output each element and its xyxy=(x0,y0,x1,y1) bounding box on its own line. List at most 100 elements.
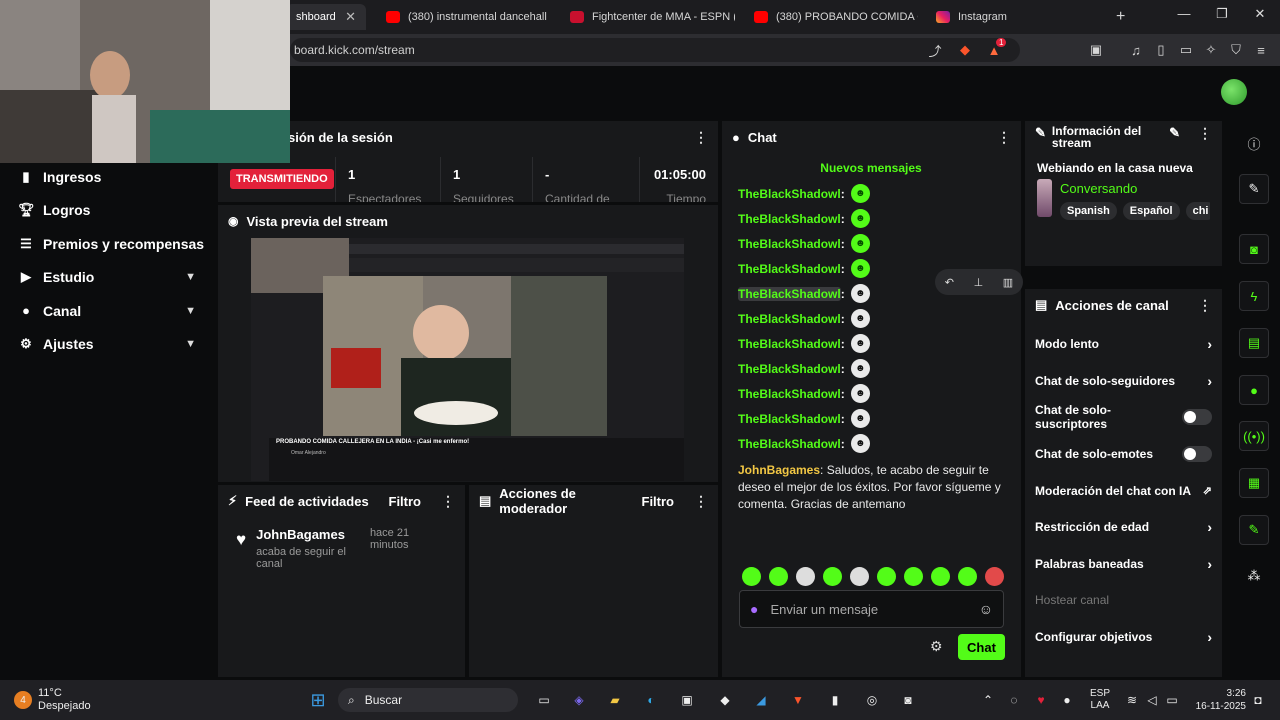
chat-username[interactable]: TheBlackShadowl xyxy=(738,312,841,326)
tab-youtube-comida[interactable]: (380) PROBANDO COMIDA CALL xyxy=(744,4,918,30)
action-palabras-baneadas[interactable]: Palabras baneadas › xyxy=(1025,546,1222,583)
stream-category[interactable]: Conversando xyxy=(1060,181,1210,196)
wallet-icon[interactable]: ▭ xyxy=(1176,40,1196,60)
tray-icon[interactable]: ◌ xyxy=(1006,688,1022,712)
microphone-icon[interactable]: ● xyxy=(750,601,758,617)
info-icon[interactable]: ⓘ xyxy=(1239,128,1269,158)
more-options-icon[interactable]: ⋮ xyxy=(1198,297,1212,314)
editor-icon[interactable]: ◢ xyxy=(750,688,772,712)
sidebar-item-estudio[interactable]: ▶ Estudio ▼ xyxy=(0,261,214,295)
more-options-icon[interactable]: ⋮ xyxy=(1198,125,1212,142)
share-icon[interactable]: ⤴ xyxy=(925,40,945,60)
file-explorer-icon[interactable]: ▰ xyxy=(604,688,626,712)
chat-username[interactable]: TheBlackShadowl xyxy=(738,262,841,276)
emoji-icon[interactable]: ☺ xyxy=(979,601,993,617)
document-icon[interactable]: ▤ xyxy=(1239,328,1269,358)
more-options-icon[interactable]: ⋮ xyxy=(694,129,708,146)
chat-username[interactable]: TheBlackShadowl xyxy=(738,412,841,426)
brave-shield-icon[interactable]: ◆ xyxy=(955,40,975,60)
user-avatar[interactable] xyxy=(1221,79,1247,105)
action-restriccion-edad[interactable]: Restricción de edad › xyxy=(1025,509,1222,546)
chat-settings-icon[interactable]: ⚙ xyxy=(930,638,943,655)
chat-username[interactable]: TheBlackShadowl xyxy=(738,337,841,351)
chat-input[interactable]: ● Enviar un mensaje ☺ xyxy=(739,590,1004,628)
bolt-icon[interactable]: ϟ xyxy=(1239,281,1269,311)
store-icon[interactable]: ▣ xyxy=(676,688,698,712)
chat-username[interactable]: JohnBagames xyxy=(738,463,820,477)
tab-espn[interactable]: Fightcenter de MMA - ESPN (CL xyxy=(560,4,735,30)
edit-icon[interactable]: ✎ xyxy=(1169,125,1180,141)
feed-filter-button[interactable]: Filtro xyxy=(389,494,422,509)
chat-username[interactable]: TheBlackShadowl xyxy=(738,187,841,201)
copilot-icon[interactable]: ◈ xyxy=(568,688,590,712)
nox-icon[interactable]: ◙ xyxy=(897,688,919,712)
more-options-icon[interactable]: ⋮ xyxy=(694,493,708,510)
close-tab-icon[interactable]: ✕ xyxy=(345,9,356,25)
microphone-icon[interactable]: ● xyxy=(1060,688,1074,712)
emote-icon[interactable] xyxy=(985,567,1004,586)
emote-icon[interactable] xyxy=(931,567,950,586)
chat-username[interactable]: TheBlackShadowl xyxy=(738,387,841,401)
edit-icon[interactable]: ✎ xyxy=(1239,174,1269,204)
chat-username[interactable]: TheBlackShadowl xyxy=(738,362,841,376)
chat-username[interactable]: TheBlackShadowl xyxy=(738,286,841,301)
tab-instagram[interactable]: Instagram xyxy=(926,4,1076,30)
pin-icon[interactable]: ⊥ xyxy=(974,276,984,289)
sidebar-item-ingresos[interactable]: ▮ Ingresos xyxy=(0,160,214,194)
action-solo-seguidores[interactable]: Chat de solo-seguidores › xyxy=(1025,363,1222,400)
new-tab-button[interactable]: + xyxy=(1106,4,1134,30)
subscribers-only-toggle[interactable] xyxy=(1182,409,1212,426)
feed-user[interactable]: JohnBagames xyxy=(256,527,370,542)
audio-app-icon[interactable]: ▮ xyxy=(824,688,846,712)
wrench-icon[interactable]: ✎ xyxy=(1239,515,1269,545)
notifications-icon[interactable]: ◘ xyxy=(1250,688,1266,712)
language-indicator[interactable]: ESP LAA xyxy=(1085,688,1115,712)
new-messages-divider[interactable]: Nuevos mensajes xyxy=(732,161,1010,175)
vpn-icon[interactable]: ⛉ xyxy=(1226,40,1246,60)
emote-icon[interactable] xyxy=(958,567,977,586)
more-options-icon[interactable]: ⋮ xyxy=(441,493,455,510)
tray-icon[interactable]: ♥ xyxy=(1032,688,1050,712)
emote-icon[interactable] xyxy=(823,567,842,586)
minimize-icon[interactable]: — xyxy=(1172,6,1196,26)
delete-icon[interactable]: ▥ xyxy=(1003,276,1013,289)
chevron-up-icon[interactable]: ⌃ xyxy=(980,688,996,712)
sidebar-item-premios[interactable]: ☰ Premios y recompensas xyxy=(0,227,214,261)
camera-icon[interactable]: ◙ xyxy=(1239,234,1269,264)
tab-youtube-dancehall[interactable]: (380) instrumental dancehall - Yo xyxy=(376,4,548,30)
reply-icon[interactable]: ↶ xyxy=(945,276,954,289)
emote-icon[interactable] xyxy=(850,567,869,586)
volume-icon[interactable]: ◁ xyxy=(1144,688,1160,712)
clock[interactable]: 3:26 16-11-2025 xyxy=(1186,688,1246,712)
chat-username[interactable]: TheBlackShadowl xyxy=(738,212,841,226)
music-icon[interactable]: ♫ xyxy=(1126,40,1146,60)
tab-kick-dashboard[interactable]: shboard ✕ xyxy=(286,4,366,30)
moderator-filter-button[interactable]: Filtro xyxy=(642,494,675,509)
more-options-icon[interactable]: ⋮ xyxy=(997,129,1011,146)
emote-icon[interactable] xyxy=(769,567,788,586)
emote-icon[interactable] xyxy=(796,567,815,586)
windows-start-icon[interactable]: ⊞ xyxy=(306,688,330,712)
sidebar-item-logros[interactable]: 🏆︎ Logros xyxy=(0,194,214,228)
broadcast-icon[interactable]: ((•)) xyxy=(1239,421,1269,451)
menu-icon[interactable]: ≡ xyxy=(1251,40,1271,60)
url-bar[interactable]: board.kick.com/stream xyxy=(290,38,1020,62)
action-moderacion-ia[interactable]: Moderación del chat con IA ⇗ xyxy=(1025,472,1222,509)
rewards-icon[interactable]: ▲ 1 xyxy=(984,38,1007,60)
chat-bubble-icon[interactable]: ● xyxy=(1239,375,1269,405)
mods-icon[interactable]: ⁂ xyxy=(1239,561,1269,591)
clapper-icon[interactable]: ▦ xyxy=(1239,468,1269,498)
emotes-only-toggle[interactable] xyxy=(1182,446,1212,463)
maximize-icon[interactable]: ❐ xyxy=(1210,6,1234,26)
chat-username[interactable]: TheBlackShadowl xyxy=(738,237,841,251)
weather-widget[interactable]: 4 11°C Despejado xyxy=(14,687,94,712)
action-configurar-objetivos[interactable]: Configurar objetivos › xyxy=(1025,619,1222,656)
edge-icon[interactable]: ◐ xyxy=(640,688,662,712)
task-view-icon[interactable]: ▭ xyxy=(533,688,555,712)
sidebar-item-ajustes[interactable]: ⚙ Ajustes ▼ xyxy=(0,328,214,362)
brave-icon[interactable]: ▼ xyxy=(787,688,809,712)
taskbar-search[interactable]: ⌕ Buscar xyxy=(338,688,518,712)
battery-icon[interactable]: ▭ xyxy=(1164,688,1180,712)
screenshot-icon[interactable]: ▣ xyxy=(1086,40,1106,60)
sidebar-item-canal[interactable]: ● Canal ▼ xyxy=(0,294,214,328)
